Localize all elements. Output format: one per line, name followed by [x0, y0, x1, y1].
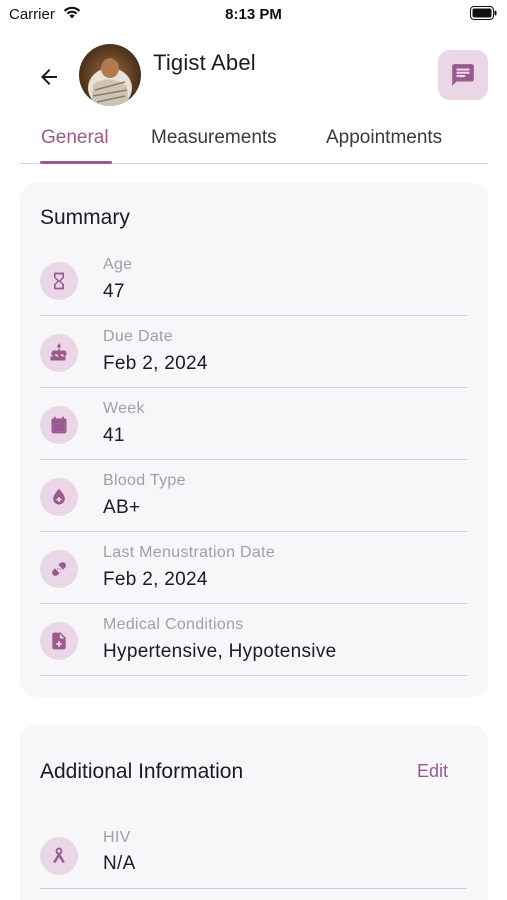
row-value: AB+ [103, 497, 141, 518]
row-label: Due Date [103, 328, 173, 345]
row-label: Week [103, 400, 145, 417]
row-value: 41 [103, 425, 125, 446]
clock: 8:13 PM [225, 6, 282, 23]
edit-button[interactable]: Edit [417, 761, 448, 782]
row-value: Hypertensive, Hypotensive [103, 641, 337, 662]
summary-row-medical-conditions: Medical Conditions Hypertensive, Hypoten… [40, 604, 467, 676]
bandage-icon [40, 550, 78, 588]
row-label: Age [103, 256, 133, 273]
blood-drop-icon [40, 478, 78, 516]
row-value: 47 [103, 281, 125, 302]
status-bar: Carrier 8:13 PM [0, 0, 507, 30]
patient-header: Tigist Abel [0, 38, 507, 114]
active-tab-indicator [40, 161, 112, 164]
back-button[interactable] [34, 62, 64, 92]
row-label: Medical Conditions [103, 616, 244, 633]
additional-info-title: Additional Information [40, 760, 244, 783]
summary-row-due-date: Due Date Feb 2, 2024 [40, 316, 467, 388]
chat-button[interactable] [438, 50, 488, 100]
chat-message-icon [452, 64, 474, 86]
additional-row-hiv: HIV N/A [40, 817, 467, 889]
row-value: Feb 2, 2024 [103, 569, 208, 590]
summary-row-blood-type: Blood Type AB+ [40, 460, 467, 532]
arrow-back-icon [41, 69, 57, 85]
tab-appointments[interactable]: Appointments [326, 127, 442, 149]
additional-info-card: Additional Information Edit HIV N/A [20, 725, 488, 900]
summary-card: Summary Age 47 Due Date Feb 2, 2024 Week… [20, 183, 488, 697]
summary-row-week: Week 41 [40, 388, 467, 460]
row-label: HIV [103, 829, 131, 846]
tab-bar: General Measurements Appointments [20, 116, 488, 164]
row-value: Feb 2, 2024 [103, 353, 208, 374]
row-label: Last Menustration Date [103, 544, 276, 561]
summary-row-age: Age 47 [40, 244, 467, 316]
calendar-icon [40, 406, 78, 444]
battery-icon [470, 6, 497, 20]
tab-measurements[interactable]: Measurements [151, 127, 277, 149]
medical-file-icon [40, 622, 78, 660]
awareness-ribbon-icon [40, 837, 78, 875]
row-value: N/A [103, 853, 136, 874]
row-label: Blood Type [103, 472, 186, 489]
avatar [79, 44, 141, 106]
summary-title: Summary [40, 206, 130, 229]
tab-general[interactable]: General [41, 127, 109, 149]
hourglass-icon [40, 262, 78, 300]
patient-name: Tigist Abel [153, 50, 256, 75]
cake-icon [40, 334, 78, 372]
summary-row-last-menstruation: Last Menustration Date Feb 2, 2024 [40, 532, 467, 604]
